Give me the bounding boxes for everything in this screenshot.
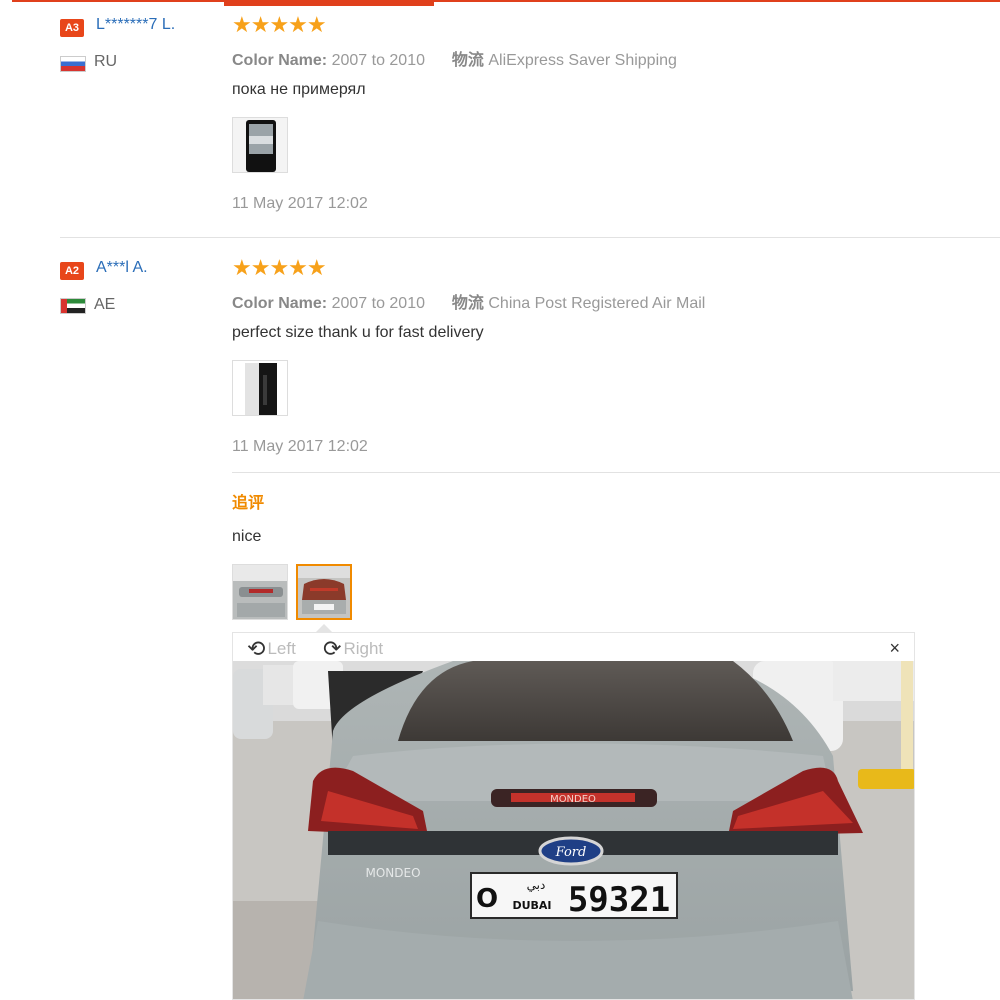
color-name-value: 2007 to 2010 xyxy=(331,295,425,312)
tab-underline xyxy=(12,0,1000,8)
reviewer-name[interactable]: A***l A. xyxy=(96,259,148,277)
russia-flag-icon xyxy=(60,56,86,72)
followup-photo-thumbnail[interactable] xyxy=(232,564,288,620)
plate-number: 59321 xyxy=(568,880,670,920)
viewer-pointer-caret xyxy=(316,624,332,632)
brake-light-text: MONDEO xyxy=(550,794,596,805)
review-photo-large: MONDEO Ford MONDEO O دبي DUBAI 59321 xyxy=(233,661,914,999)
shipping-label: 物流 xyxy=(451,52,484,69)
review-text: perfect size thank u for fast delivery xyxy=(232,324,484,341)
image-viewer: ⟲ Left ⟳ Right × MONDEO Ford MONDEO O دب… xyxy=(232,632,915,1000)
review-attributes: Color Name: 2007 to 2010 物流 China Post R… xyxy=(232,289,705,313)
review-photo-thumbnail[interactable] xyxy=(232,117,288,173)
shipping-value: AliExpress Saver Shipping xyxy=(488,52,677,69)
shipping-label: 物流 xyxy=(451,295,484,312)
review-attributes: Color Name: 2007 to 2010 物流 AliExpress S… xyxy=(232,46,677,70)
ford-logo-text: Ford xyxy=(555,845,587,860)
followup-text: nice xyxy=(232,528,262,545)
review-date: 11 May 2017 12:02 xyxy=(232,195,368,212)
rating-stars: ★★★★★ xyxy=(232,12,327,37)
followup-divider xyxy=(232,472,1000,473)
review-photo-thumbnail[interactable] xyxy=(232,360,288,416)
rotate-left-icon: ⟲ xyxy=(247,636,266,661)
rotate-right-button[interactable]: ⟳ Right xyxy=(323,636,383,662)
review-text: пока не примерял xyxy=(232,81,366,98)
reviewer-country: AE xyxy=(94,296,116,313)
color-name-label: Color Name: xyxy=(232,295,328,312)
rotate-left-label: Left xyxy=(267,639,296,658)
active-tab-indicator xyxy=(224,0,434,6)
viewer-toolbar: ⟲ Left ⟳ Right × xyxy=(233,633,914,661)
close-icon[interactable]: × xyxy=(889,638,900,659)
rating-stars: ★★★★★ xyxy=(232,255,327,280)
plate-arabic: دبي xyxy=(527,878,546,892)
reviewer-name[interactable]: L*******7 L. xyxy=(96,16,175,34)
followup-photo-thumbnail-selected[interactable] xyxy=(296,564,352,620)
buyer-level-badge: A3 xyxy=(60,19,84,37)
rotate-right-icon: ⟳ xyxy=(323,636,342,661)
model-badge-text: MONDEO xyxy=(365,866,420,880)
plate-city: DUBAI xyxy=(512,899,551,912)
plate-letter: O xyxy=(476,884,498,914)
color-name-label: Color Name: xyxy=(232,52,328,69)
followup-label: 追评 xyxy=(232,495,265,512)
rotate-right-label: Right xyxy=(343,639,384,658)
color-name-value: 2007 to 2010 xyxy=(331,52,425,69)
shipping-value: China Post Registered Air Mail xyxy=(488,295,706,312)
reviewer-country: RU xyxy=(94,53,118,70)
buyer-level-badge: A2 xyxy=(60,262,84,280)
rotate-left-button[interactable]: ⟲ Left xyxy=(247,636,296,662)
review-date: 11 May 2017 12:02 xyxy=(232,438,368,455)
review-divider xyxy=(60,237,1000,238)
uae-flag-icon xyxy=(60,298,86,314)
